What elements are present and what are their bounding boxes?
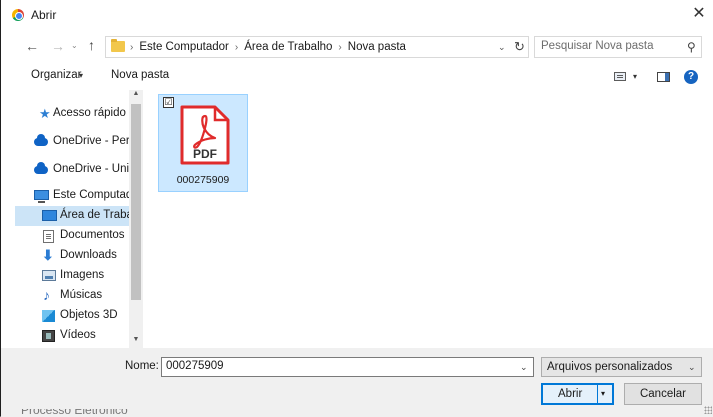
sidebar-item-onedrive-university[interactable]: OneDrive - Unive: [15, 160, 143, 180]
file-checkbox[interactable]: ☑: [163, 97, 174, 108]
breadcrumb-separator: ›: [234, 42, 239, 53]
file-item[interactable]: ☑ PDF 000275909: [158, 94, 248, 192]
sidebar-item-musicas[interactable]: ♪ Músicas: [15, 286, 143, 306]
open-button[interactable]: Abrir ▾: [541, 383, 614, 405]
sidebar-item-videos[interactable]: Vídeos: [15, 326, 143, 346]
cancel-button-label: Cancelar: [639, 388, 687, 400]
close-icon[interactable]: ✕: [685, 4, 713, 26]
sidebar-item-documentos[interactable]: Documentos: [15, 226, 143, 246]
pdf-type-label: PDF: [193, 147, 217, 161]
sidebar-item-label: Imagens: [60, 269, 105, 281]
file-name-dropdown-chevron-icon[interactable]: ⌄: [520, 362, 528, 373]
folder-icon: [111, 39, 125, 52]
open-button-label: Abrir: [558, 388, 583, 400]
sidebar-item-label: Vídeos: [60, 329, 96, 341]
sidebar-item-label: Acesso rápido: [53, 107, 126, 119]
star-icon: ★: [39, 106, 51, 121]
sidebar-item-onedrive-personal[interactable]: OneDrive - Perso: [15, 132, 143, 152]
preview-pane-icon[interactable]: [657, 72, 670, 82]
file-type-value: Arquivos personalizados: [547, 361, 673, 373]
open-file-dialog: Abrir ✕ ← → ⌄ ↑ › Este Computador › Área…: [0, 0, 713, 417]
file-type-chevron-icon[interactable]: ⌄: [688, 362, 696, 373]
desktop-icon: [42, 210, 57, 221]
scroll-down-icon[interactable]: ▼: [129, 336, 143, 348]
forward-arrow-icon[interactable]: →: [51, 38, 65, 54]
sidebar-item-objetos-3d[interactable]: Objetos 3D: [15, 306, 143, 326]
view-options-dropdown-icon[interactable]: ▾: [633, 72, 637, 81]
open-split-dropdown[interactable]: ▾: [597, 385, 612, 403]
sidebar-item-label: Este Computado: [53, 189, 139, 201]
file-name-input[interactable]: [166, 360, 496, 372]
search-input[interactable]: [541, 40, 671, 52]
breadcrumb: › Este Computador › Área de Trabalho › N…: [130, 41, 406, 53]
change-view-icon[interactable]: [614, 72, 626, 81]
search-icon[interactable]: ⚲: [687, 40, 696, 54]
refresh-icon[interactable]: ↻: [514, 39, 525, 55]
sidebar-item-acesso-rapido[interactable]: ★ Acesso rápido: [15, 104, 143, 124]
window-title: Abrir: [31, 8, 57, 22]
sidebar-item-label: Downloads: [60, 249, 117, 261]
video-icon: [42, 330, 55, 342]
cloud-icon: [34, 162, 48, 174]
breadcrumb-nova-pasta[interactable]: Nova pasta: [348, 41, 406, 53]
file-name-combobox[interactable]: ⌄: [161, 357, 534, 377]
cube-icon: [42, 310, 55, 322]
sidebar-item-downloads[interactable]: ⬇ Downloads: [15, 246, 143, 266]
music-icon: ♪: [43, 287, 50, 303]
file-name-label: Nome:: [125, 360, 159, 372]
search-box[interactable]: ⚲: [534, 36, 702, 58]
new-folder-button[interactable]: Nova pasta: [111, 69, 169, 81]
sidebar-item-label: Documentos: [60, 229, 125, 241]
background-window-text: Processo Eletrônico: [15, 409, 195, 417]
scrollbar-thumb[interactable]: [131, 104, 141, 300]
open-dropdown-icon: ▾: [601, 389, 606, 398]
pictures-icon: [42, 270, 56, 281]
cancel-button[interactable]: Cancelar: [624, 383, 702, 405]
back-arrow-icon[interactable]: ←: [25, 38, 39, 54]
file-name-label: 000275909: [176, 174, 230, 186]
breadcrumb-este-computador[interactable]: Este Computador: [139, 41, 229, 53]
navigation-pane: ★ Acesso rápido OneDrive - Perso OneDriv…: [15, 90, 143, 348]
sidebar-item-label: OneDrive - Unive: [53, 163, 142, 175]
title-bar: Abrir ✕: [1, 0, 713, 30]
resize-grip[interactable]: [704, 406, 712, 414]
scroll-up-icon[interactable]: ▲: [129, 90, 143, 102]
address-bar[interactable]: › Este Computador › Área de Trabalho › N…: [105, 36, 529, 58]
sidebar-item-este-computador[interactable]: Este Computado: [15, 186, 143, 206]
sidebar-item-label: Objetos 3D: [60, 309, 118, 321]
pdf-icon: PDF: [180, 105, 230, 165]
help-icon[interactable]: ?: [684, 70, 698, 84]
command-bar: Organizar ▾ Nova pasta ▾ ?: [1, 64, 713, 88]
breadcrumb-area-de-trabalho[interactable]: Área de Trabalho: [244, 41, 332, 53]
breadcrumb-separator: ›: [130, 42, 134, 53]
document-icon: [43, 230, 54, 243]
organize-button[interactable]: Organizar: [31, 69, 82, 81]
sidebar-item-area-de-trabalho[interactable]: Área de Trabalh: [15, 206, 143, 226]
up-arrow-icon[interactable]: ↑: [88, 37, 95, 53]
dialog-footer: Nome: ⌄ Arquivos personalizados ⌄ Abrir …: [1, 348, 713, 417]
organize-dropdown-icon[interactable]: ▾: [79, 71, 83, 80]
sidebar-item-imagens[interactable]: Imagens: [15, 266, 143, 286]
computer-icon: [34, 190, 49, 203]
download-icon: ⬇: [42, 247, 54, 263]
sidebar-scrollbar[interactable]: ▲ ▼: [129, 90, 143, 348]
sidebar-item-label: Músicas: [60, 289, 103, 301]
address-dropdown-chevron-icon[interactable]: ⌄: [498, 42, 506, 53]
cloud-icon: [34, 134, 48, 146]
recent-locations-chevron-icon[interactable]: ⌄: [71, 41, 78, 50]
chrome-icon: [12, 9, 24, 21]
breadcrumb-separator: ›: [338, 42, 342, 53]
file-type-select[interactable]: Arquivos personalizados ⌄: [541, 357, 702, 377]
file-list: ☑ PDF 000275909: [151, 90, 713, 348]
background-window-title: Processo Eletrônico: [21, 409, 128, 417]
